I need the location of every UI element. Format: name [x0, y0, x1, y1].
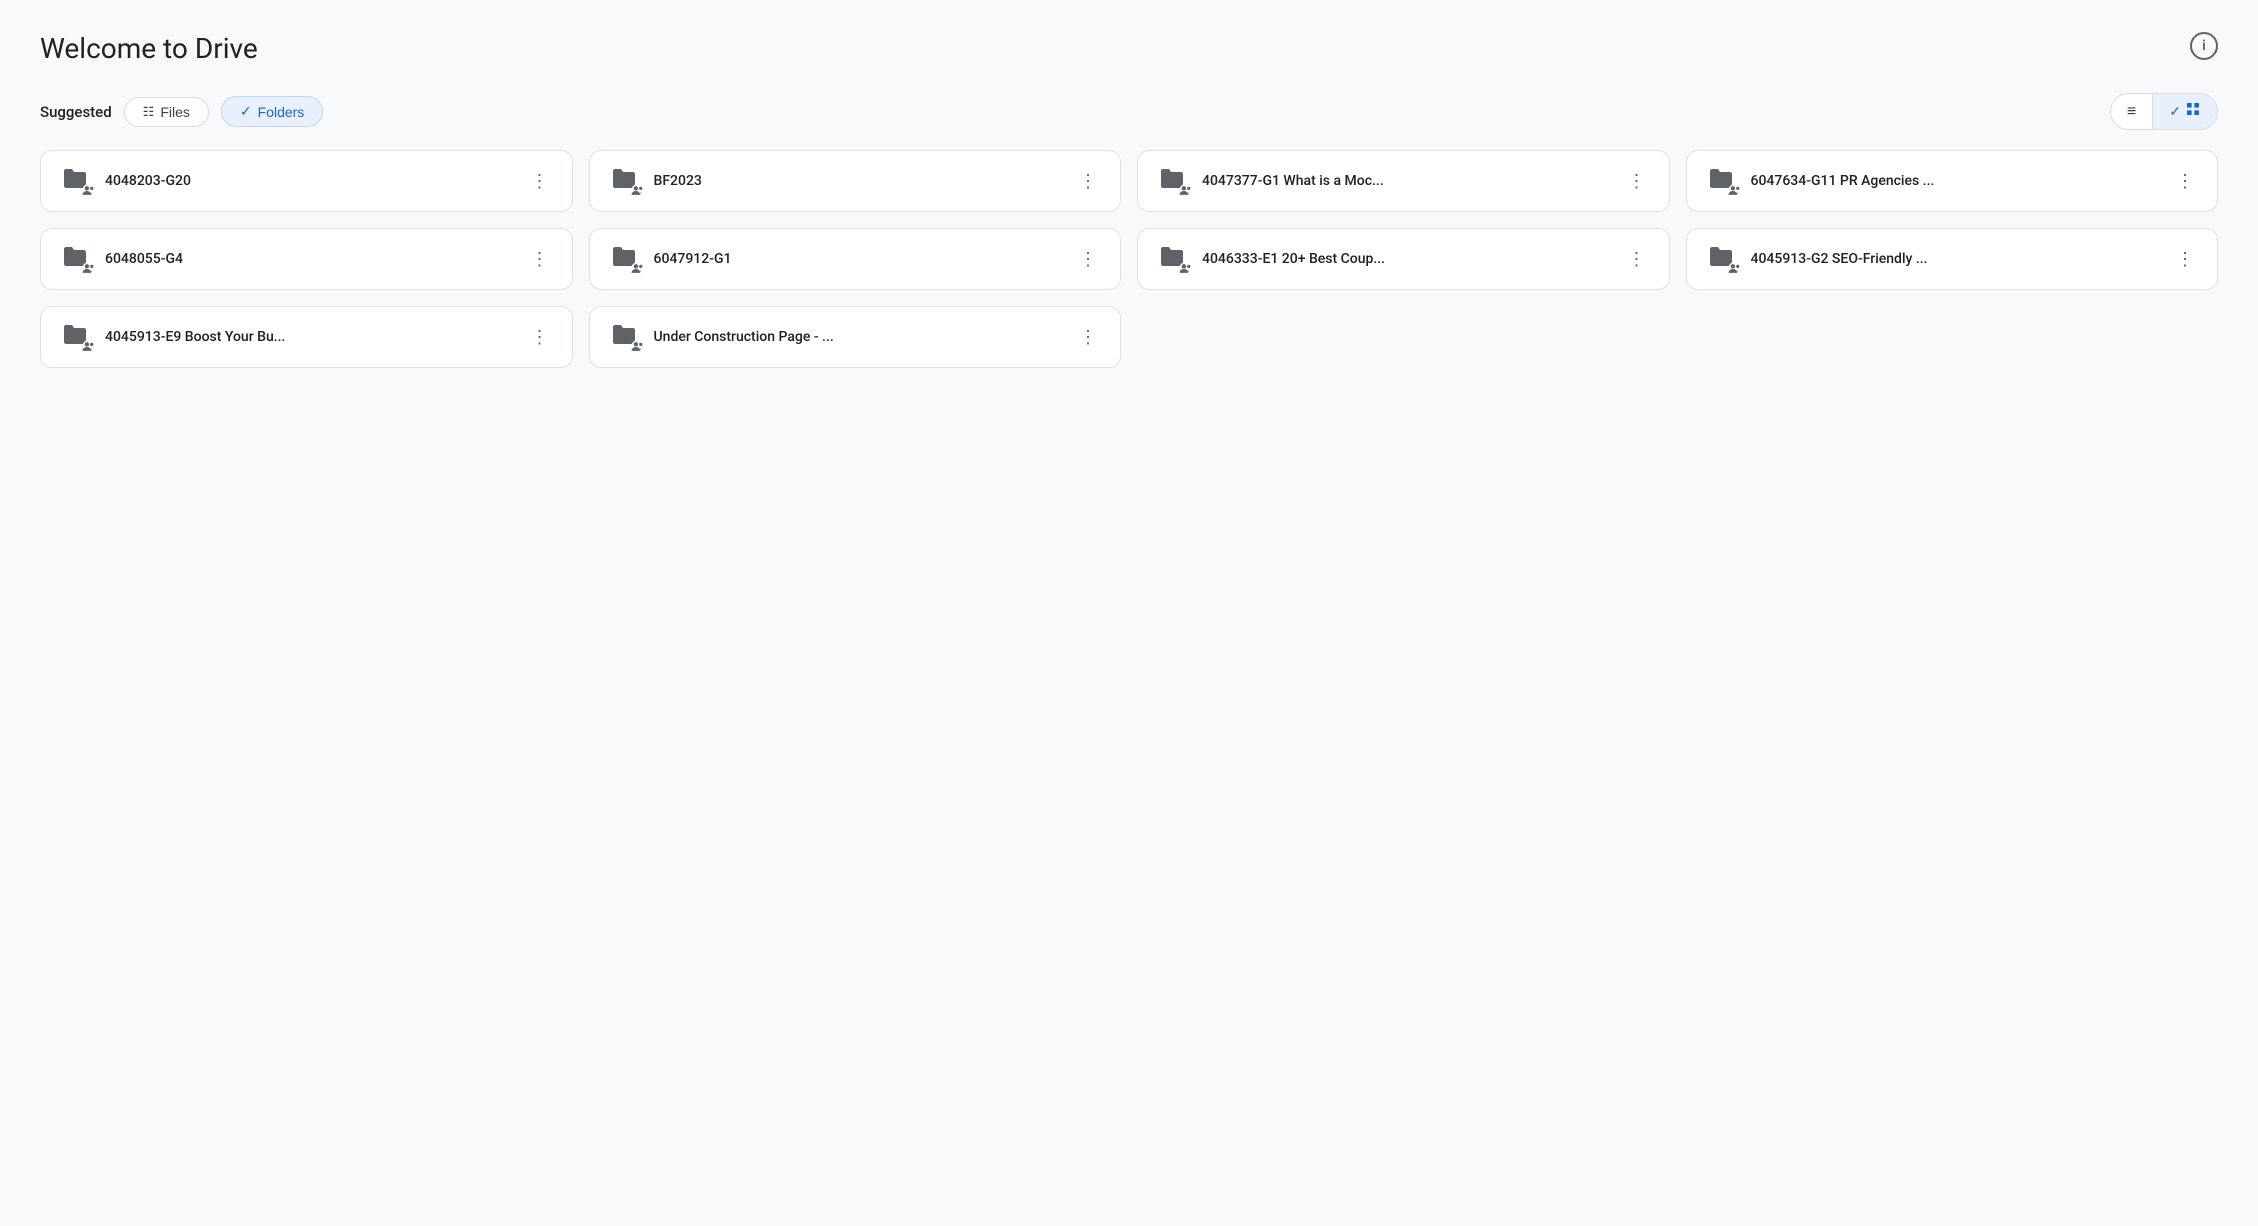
folder-more-button[interactable]: ⋮ — [524, 243, 556, 275]
folder-more-button[interactable]: ⋮ — [1072, 165, 1104, 197]
view-controls: ≡ ✓ — [2110, 93, 2218, 130]
folder-name: 6047912-G1 — [654, 251, 732, 267]
folder-icon-wrap — [1703, 241, 1739, 277]
files-filter-label: Files — [160, 104, 190, 120]
folder-item[interactable]: 4047377-G1 What is a Moc... ⋮ — [1137, 150, 1670, 212]
folder-item-left: 4047377-G1 What is a Moc... — [1154, 163, 1384, 199]
grid-view-icon — [2185, 101, 2201, 122]
folders-filter-label: Folders — [258, 104, 305, 120]
files-filter-button[interactable]: ☷ Files — [124, 97, 209, 127]
suggested-label: Suggested — [40, 103, 112, 121]
folders-filter-button[interactable]: ✓ Folders — [221, 96, 323, 127]
shared-folder-icon — [631, 184, 644, 199]
folder-name: 4048203-G20 — [105, 173, 191, 189]
folder-item-left: 4045913-G2 SEO-Friendly ... — [1703, 241, 1928, 277]
folder-more-button[interactable]: ⋮ — [1621, 165, 1653, 197]
folder-more-button[interactable]: ⋮ — [1072, 321, 1104, 353]
files-filter-icon: ☷ — [143, 104, 155, 120]
folder-more-button[interactable]: ⋮ — [524, 321, 556, 353]
folder-icon-wrap — [1703, 163, 1739, 199]
folder-more-button[interactable]: ⋮ — [1621, 243, 1653, 275]
folder-name: 6047634-G11 PR Agencies ... — [1751, 173, 1935, 189]
folder-item-left: BF2023 — [606, 163, 702, 199]
folder-icon-wrap — [606, 319, 642, 355]
page-title: Welcome to Drive — [40, 32, 258, 65]
shared-folder-icon — [1179, 262, 1192, 277]
folder-icon-wrap — [57, 319, 93, 355]
shared-folder-icon — [1179, 184, 1192, 199]
shared-folder-icon — [82, 184, 95, 199]
folder-item-left: 4048203-G20 — [57, 163, 191, 199]
folder-item[interactable]: 4045913-E9 Boost Your Bu... ⋮ — [40, 306, 573, 368]
folder-item[interactable]: 6048055-G4 ⋮ — [40, 228, 573, 290]
shared-folder-icon — [82, 340, 95, 355]
folder-item[interactable]: 6047634-G11 PR Agencies ... ⋮ — [1686, 150, 2219, 212]
folder-more-button[interactable]: ⋮ — [524, 165, 556, 197]
folder-item-left: 6047634-G11 PR Agencies ... — [1703, 163, 1935, 199]
shared-folder-icon — [631, 262, 644, 277]
folders-grid: 4048203-G20 ⋮ — [40, 150, 2218, 368]
folder-item-left: 6048055-G4 — [57, 241, 183, 277]
folder-item[interactable]: 4045913-G2 SEO-Friendly ... ⋮ — [1686, 228, 2219, 290]
folder-item-left: 4046333-E1 20+ Best Coup... — [1154, 241, 1385, 277]
folder-item[interactable]: BF2023 ⋮ — [589, 150, 1122, 212]
folder-icon-wrap — [57, 241, 93, 277]
folder-name: 4046333-E1 20+ Best Coup... — [1202, 251, 1385, 267]
folder-item[interactable]: 4046333-E1 20+ Best Coup... ⋮ — [1137, 228, 1670, 290]
shared-folder-icon — [1728, 184, 1741, 199]
folder-more-button[interactable]: ⋮ — [1072, 243, 1104, 275]
folder-icon-wrap — [606, 241, 642, 277]
folder-name: 4045913-E9 Boost Your Bu... — [105, 329, 285, 345]
folder-more-button[interactable]: ⋮ — [2169, 165, 2201, 197]
folder-name: 6048055-G4 — [105, 251, 183, 267]
folder-more-button[interactable]: ⋮ — [2169, 243, 2201, 275]
folder-item[interactable]: Under Construction Page - ... ⋮ — [589, 306, 1122, 368]
grid-view-button[interactable]: ✓ — [2152, 94, 2217, 129]
shared-folder-icon — [1728, 262, 1741, 277]
folder-item[interactable]: 4048203-G20 ⋮ — [40, 150, 573, 212]
list-view-button[interactable]: ≡ — [2111, 96, 2152, 128]
folder-icon-wrap — [1154, 241, 1190, 277]
folder-icon-wrap — [57, 163, 93, 199]
folder-name: BF2023 — [654, 173, 702, 189]
folder-item-left: 4045913-E9 Boost Your Bu... — [57, 319, 285, 355]
folder-icon-wrap — [606, 163, 642, 199]
folder-item-left: 6047912-G1 — [606, 241, 732, 277]
info-icon[interactable]: i — [2190, 32, 2218, 60]
shared-folder-icon — [631, 340, 644, 355]
folder-name: 4047377-G1 What is a Moc... — [1202, 173, 1384, 189]
shared-folder-icon — [82, 262, 95, 277]
folder-name: 4045913-G2 SEO-Friendly ... — [1751, 251, 1928, 267]
list-view-icon: ≡ — [2127, 103, 2136, 121]
folder-name: Under Construction Page - ... — [654, 329, 834, 345]
folder-item[interactable]: 6047912-G1 ⋮ — [589, 228, 1122, 290]
grid-view-check-icon: ✓ — [2169, 103, 2181, 120]
folder-icon-wrap — [1154, 163, 1190, 199]
folders-check-icon: ✓ — [240, 103, 252, 120]
folder-item-left: Under Construction Page - ... — [606, 319, 834, 355]
